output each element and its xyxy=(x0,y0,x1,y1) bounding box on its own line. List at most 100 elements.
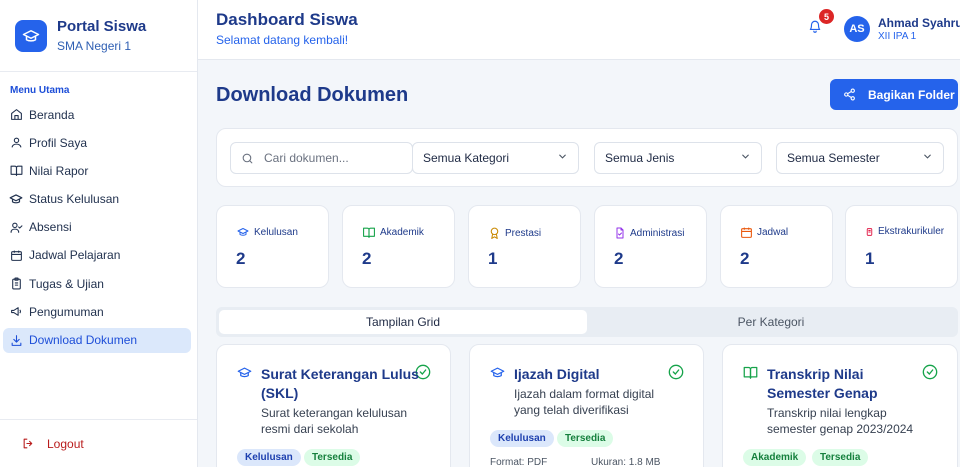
tab-grid[interactable]: Tampilan Grid xyxy=(219,310,587,334)
document-card[interactable]: Surat Keterangan Lulus (SKL) Surat keter… xyxy=(216,344,451,467)
sidebar-item-label: Pengumuman xyxy=(29,304,104,319)
sidebar-item-label: Profil Saya xyxy=(29,135,88,150)
document-card[interactable]: Transkrip Nilai Semester Genap Transkrip… xyxy=(722,344,958,467)
user-check-icon xyxy=(9,220,23,234)
document-title: Transkrip Nilai Semester Genap xyxy=(767,366,878,401)
brand: Portal Siswa SMA Negeri 1 xyxy=(0,0,197,72)
logout-label: Logout xyxy=(47,436,84,451)
header-title: Dashboard Siswa xyxy=(216,10,358,29)
menu-heading: Menu Utama xyxy=(10,85,70,96)
sidebar-item-label: Download Dokumen xyxy=(29,333,138,347)
sidebar-item-absensi[interactable]: Absensi xyxy=(3,215,191,240)
sidebar-item-tugas-ujian[interactable]: Tugas & Ujian xyxy=(3,271,191,296)
stat-label: Akademik xyxy=(380,227,424,238)
home-icon xyxy=(9,108,23,122)
top-header: Dashboard Siswa Selamat datang kembali! … xyxy=(198,0,960,60)
sidebar-item-status-kelulusan[interactable]: Status Kelulusan xyxy=(3,187,191,212)
header-subtitle: Selamat datang kembali! xyxy=(216,33,349,47)
jenis-select-value: Semua Jenis xyxy=(605,151,675,165)
stat-value: 2 xyxy=(362,249,372,268)
graduation-cap-icon xyxy=(236,226,250,238)
megaphone-icon xyxy=(9,305,23,319)
sidebar-item-jadwal[interactable]: Jadwal Pelajaran xyxy=(3,243,191,268)
sidebar-item-label: Tugas & Ujian xyxy=(29,276,104,291)
sidebar-item-nilai-rapor[interactable]: Nilai Rapor xyxy=(3,158,191,183)
graduation-cap-logo-icon xyxy=(15,19,47,52)
stat-card-jadwal[interactable]: Jadwal 2 xyxy=(720,205,833,288)
share-icon xyxy=(843,88,856,101)
download-icon xyxy=(9,333,23,347)
status-badge: Tersedia xyxy=(557,430,614,447)
chevron-down-icon xyxy=(557,151,568,165)
share-folder-button[interactable]: Bagikan Folder xyxy=(830,79,958,110)
clipboard-icon xyxy=(9,277,23,291)
document-description: Transkrip nilai lengkap semester genap 2… xyxy=(767,406,914,436)
sidebar-item-label: Nilai Rapor xyxy=(29,163,89,178)
document-title: Ijazah Digital xyxy=(514,366,600,382)
kategori-select[interactable]: Semua Kategori xyxy=(412,142,579,174)
book-open-icon xyxy=(742,365,759,380)
sidebar: Portal Siswa SMA Negeri 1 Menu Utama Ber… xyxy=(0,0,198,467)
category-badge: Kelulusan xyxy=(490,430,554,447)
sidebar-item-label: Beranda xyxy=(29,107,75,122)
document-description: Ijazah dalam format digital yang telah d… xyxy=(514,387,655,417)
logout-icon xyxy=(22,437,35,450)
page-title: Download Dokumen xyxy=(216,84,409,106)
stat-value: 1 xyxy=(488,249,498,268)
chevron-down-icon xyxy=(922,151,933,165)
document-title: Surat Keterangan Lulus (SKL) xyxy=(261,366,419,401)
logout-button[interactable]: Logout xyxy=(0,419,197,467)
sidebar-item-pengumuman[interactable]: Pengumuman xyxy=(3,299,191,324)
stat-label: Ekstrakurikuler xyxy=(878,226,945,237)
stat-card-prestasi[interactable]: Prestasi 1 xyxy=(468,205,581,288)
view-tabs: Tampilan Grid Per Kategori xyxy=(216,307,958,337)
brand-subtitle: SMA Negeri 1 xyxy=(57,39,132,53)
share-folder-label: Bagikan Folder xyxy=(868,87,955,102)
sidebar-item-download-dokumen[interactable]: Download Dokumen xyxy=(3,327,191,353)
kategori-select-value: Semua Kategori xyxy=(423,151,510,165)
document-description: Surat keterangan kelulusan resmi dari se… xyxy=(261,406,408,436)
semester-select[interactable]: Semua Semester xyxy=(776,142,944,174)
file-check-icon xyxy=(614,226,626,240)
user-name: Ahmad Syahrul xyxy=(878,16,960,30)
document-card[interactable]: Ijazah Digital Ijazah dalam format digit… xyxy=(469,344,704,467)
avatar[interactable]: AS xyxy=(844,16,870,42)
document-size: Ukuran: 1.8 MB xyxy=(591,457,661,467)
stat-card-kelulusan[interactable]: Kelulusan 2 xyxy=(216,205,329,288)
search-box xyxy=(230,142,413,174)
award-icon xyxy=(488,226,501,240)
sidebar-item-beranda[interactable]: Beranda xyxy=(3,102,191,127)
tab-per-kategori[interactable]: Per Kategori xyxy=(587,310,955,334)
book-open-icon xyxy=(362,226,376,239)
stat-value: 2 xyxy=(740,249,750,268)
sidebar-item-profil[interactable]: Profil Saya xyxy=(3,130,191,155)
graduation-cap-icon xyxy=(489,365,506,380)
graduation-cap-icon xyxy=(236,365,253,380)
stat-card-ekstrakurikuler[interactable]: Ekstrakurikuler 1 xyxy=(845,205,958,288)
brand-title: Portal Siswa xyxy=(57,18,147,35)
stat-card-administrasi[interactable]: Administrasi 2 xyxy=(594,205,707,288)
stat-label: Jadwal xyxy=(757,227,789,238)
semester-select-value: Semua Semester xyxy=(787,151,880,165)
chevron-down-icon xyxy=(740,151,751,165)
graduation-cap-icon xyxy=(9,192,23,206)
sidebar-menu: Beranda Profil Saya Nilai Rapor Status K… xyxy=(3,102,191,356)
sidebar-item-label: Status Kelulusan xyxy=(29,192,120,207)
status-badge: Tersedia xyxy=(304,449,361,466)
status-badge: Tersedia xyxy=(812,449,869,466)
search-input[interactable] xyxy=(264,151,404,165)
user-class: XII IPA 1 xyxy=(878,31,917,42)
calendar-icon xyxy=(9,248,23,262)
stat-label: Kelulusan xyxy=(254,226,298,238)
user-icon xyxy=(9,136,23,150)
jenis-select[interactable]: Semua Jenis xyxy=(594,142,762,174)
book-open-icon xyxy=(9,164,23,178)
calendar-icon xyxy=(740,226,753,239)
search-icon xyxy=(241,152,254,165)
sidebar-item-label: Jadwal Pelajaran xyxy=(29,248,121,263)
stat-label: Prestasi xyxy=(505,227,542,239)
trophy-icon xyxy=(865,227,874,237)
stat-card-akademik[interactable]: Akademik 2 xyxy=(342,205,455,288)
category-badge: Kelulusan xyxy=(237,449,301,466)
filter-card: Semua Kategori Semua Jenis Semua Semeste… xyxy=(216,128,958,187)
